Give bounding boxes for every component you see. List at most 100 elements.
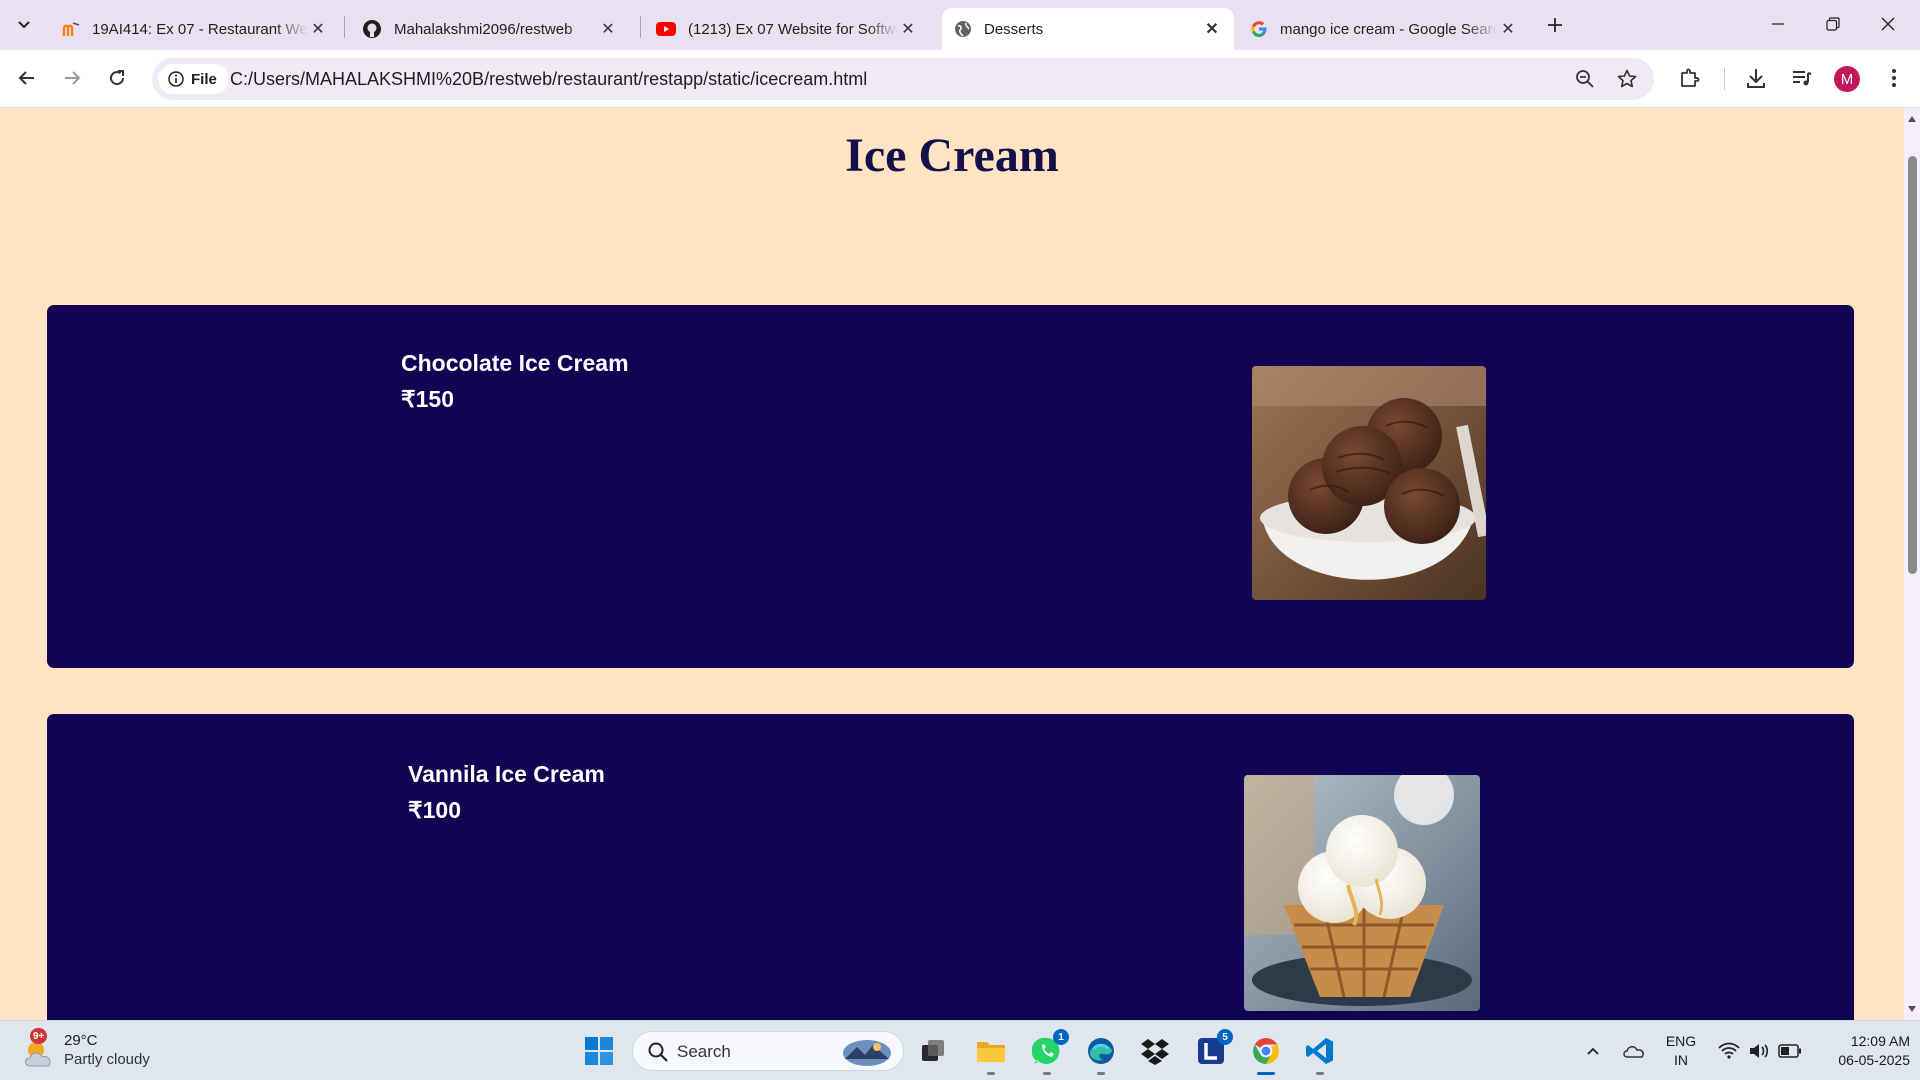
weather-temperature: 29°C (64, 1032, 98, 1049)
url-text[interactable]: C:/Users/MAHALAKSHMI%20B/restweb/restaur… (230, 69, 867, 90)
input-language[interactable]: ENG IN (1658, 1032, 1704, 1070)
close-icon[interactable]: ✕ (1202, 19, 1222, 39)
quick-settings-button[interactable] (1706, 1031, 1814, 1071)
running-indicator (1043, 1072, 1051, 1075)
reload-button[interactable] (100, 61, 134, 95)
address-bar[interactable]: File C:/Users/MAHALAKSHMI%20B/restweb/re… (152, 58, 1654, 100)
zoom-out-icon (1576, 70, 1594, 88)
menu-item-card: Vannila Ice Cream ₹100 (47, 714, 1854, 1020)
site-info-chip[interactable]: File (158, 64, 229, 94)
tab-search-button[interactable] (8, 10, 40, 40)
github-icon (363, 20, 381, 38)
tab-divider (344, 16, 345, 38)
reload-icon (110, 70, 125, 86)
forward-button[interactable] (55, 61, 89, 95)
onedrive-button[interactable] (1614, 1031, 1654, 1071)
l-app-badge: 5 (1217, 1029, 1233, 1045)
more-vertical-icon (1892, 69, 1896, 87)
scroll-up-arrow-icon[interactable] (1907, 114, 1917, 124)
edge-browser-icon (1088, 1038, 1114, 1064)
chevron-down-icon (18, 21, 30, 29)
chevron-up-icon (1587, 1047, 1599, 1055)
downloads-button[interactable] (1740, 62, 1772, 94)
minimize-button[interactable] (1756, 8, 1800, 40)
browser-menu-button[interactable] (1878, 62, 1910, 94)
tab-divider (640, 16, 641, 38)
scroll-down-arrow-icon[interactable] (1907, 1004, 1917, 1014)
tab-google-search[interactable]: mango ice cream - Google Search ✕ (1238, 8, 1530, 50)
tab-title: Desserts (984, 20, 1044, 38)
chocolate-ice-cream-photo (1252, 366, 1486, 600)
minimize-icon (1772, 23, 1784, 25)
back-button[interactable] (10, 61, 44, 95)
running-indicator (1257, 1072, 1275, 1075)
cloud-icon (1623, 1046, 1644, 1058)
start-button[interactable] (579, 1031, 619, 1071)
restore-button[interactable] (1811, 8, 1855, 40)
menu-item-card: Chocolate Ice Cream ₹150 (47, 305, 1854, 668)
chip-label: File (191, 70, 217, 88)
page-title: Ice Cream (845, 129, 1059, 182)
taskbar-whatsapp[interactable]: 1 (1027, 1029, 1069, 1075)
clock[interactable]: 12:09 AM 06-05-2025 (1810, 1032, 1910, 1070)
star-icon (1617, 69, 1637, 88)
tab-youtube[interactable]: (1213) Ex 07 Website for Software ✕ (644, 8, 930, 50)
close-icon[interactable]: ✕ (1498, 19, 1518, 39)
scrollbar-thumb[interactable] (1908, 156, 1917, 574)
clock-date: 06-05-2025 (1838, 1052, 1910, 1068)
item-price: ₹100 (408, 797, 462, 823)
running-indicator (1097, 1072, 1105, 1075)
windows-logo-icon (585, 1037, 613, 1065)
tab-strip: 19AI414: Ex 07 - Restaurant Website ✕ Ma… (0, 0, 1920, 50)
search-highlight-icon (843, 1040, 891, 1066)
vscode-icon (1306, 1038, 1333, 1064)
browser-toolbar: File C:/Users/MAHALAKSHMI%20B/restweb/re… (0, 50, 1920, 108)
task-view-icon (922, 1040, 944, 1061)
search-icon (648, 1042, 668, 1062)
close-icon[interactable]: ✕ (308, 19, 328, 39)
windows-taskbar: 9+ 29°C Partly cloudy Search 1 5 ENG IN … (0, 1020, 1920, 1080)
info-icon (168, 71, 184, 87)
taskbar-lens-app[interactable]: 5 (1191, 1029, 1233, 1071)
tab-github[interactable]: Mahalakshmi2096/restweb ✕ (350, 8, 630, 50)
taskbar-edge[interactable] (1081, 1031, 1121, 1075)
page-scrollbar[interactable] (1904, 108, 1920, 1020)
new-tab-button[interactable] (1540, 10, 1570, 40)
whatsapp-badge: 1 (1053, 1029, 1069, 1045)
item-price: ₹150 (401, 386, 455, 412)
clock-time: 12:09 AM (1850, 1033, 1910, 1049)
close-icon[interactable]: ✕ (598, 19, 618, 39)
weather-widget[interactable]: 9+ 29°C Partly cloudy (22, 1028, 172, 1072)
taskbar-chrome[interactable] (1246, 1031, 1286, 1075)
taskbar-file-explorer[interactable] (971, 1031, 1011, 1075)
extensions-button[interactable] (1674, 62, 1706, 94)
media-control-button[interactable] (1786, 62, 1818, 94)
battery-icon (1778, 1044, 1801, 1058)
search-label: Search (677, 1042, 731, 1061)
taskbar-dropbox[interactable] (1135, 1031, 1175, 1071)
tab-desserts[interactable]: Desserts ✕ (942, 8, 1234, 50)
language-region: IN (1674, 1052, 1688, 1068)
close-window-button[interactable] (1866, 8, 1910, 40)
volume-icon (1750, 1044, 1769, 1058)
tab-moodle[interactable]: 19AI414: Ex 07 - Restaurant Website ✕ (50, 8, 340, 50)
item-name: Vannila Ice Cream (408, 761, 605, 787)
tab-title: 19AI414: Ex 07 - Restaurant Website (92, 20, 308, 38)
running-indicator (987, 1072, 995, 1075)
page-viewport: Ice Cream Chocolate Ice Cream ₹150 Vanni… (0, 108, 1904, 1020)
close-icon[interactable]: ✕ (898, 19, 918, 39)
taskbar-search[interactable]: Search (632, 1031, 904, 1071)
bookmark-button[interactable] (1614, 66, 1640, 92)
profile-avatar[interactable]: M (1834, 66, 1860, 92)
taskbar-vscode[interactable] (1300, 1031, 1340, 1075)
toolbar-divider (1724, 68, 1725, 90)
download-icon (1747, 69, 1765, 88)
restore-icon (1826, 17, 1840, 31)
chrome-icon (1253, 1037, 1280, 1065)
globe-icon (955, 21, 971, 37)
folder-icon (977, 1042, 1005, 1062)
taskbar-task-view[interactable] (913, 1031, 953, 1071)
show-hidden-icons-button[interactable] (1573, 1031, 1613, 1071)
close-icon (1881, 17, 1895, 31)
zoom-button[interactable] (1572, 66, 1598, 92)
